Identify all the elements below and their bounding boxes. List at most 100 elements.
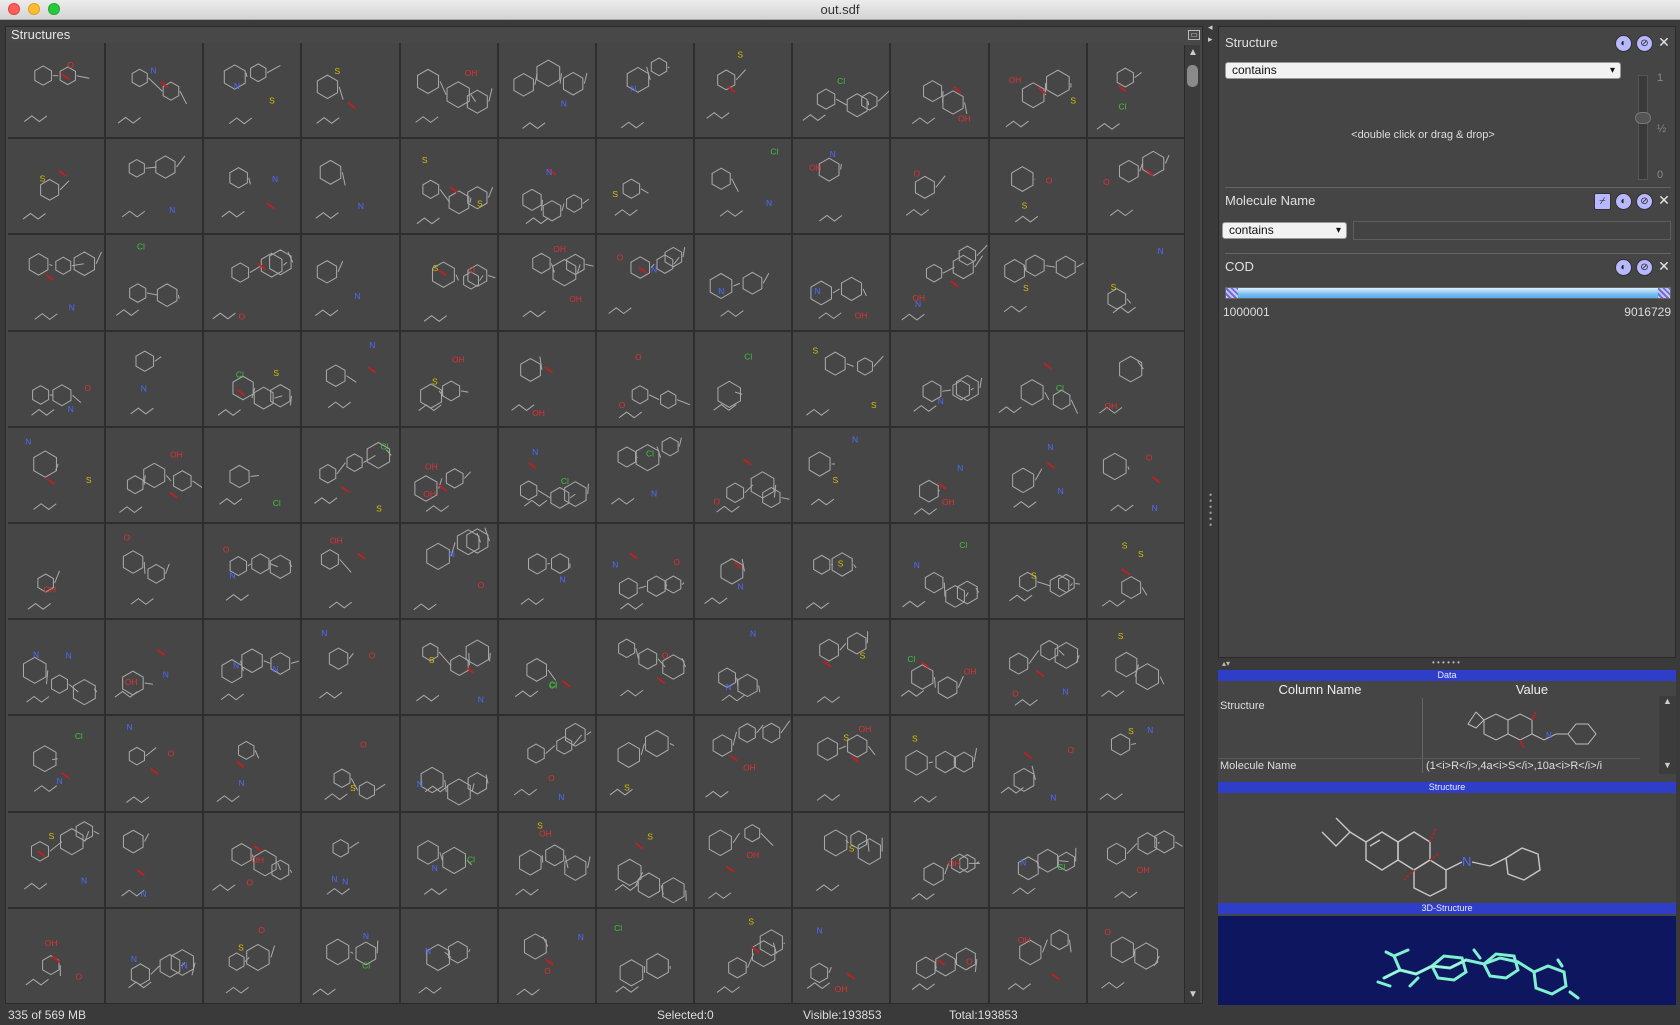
structure-cell[interactable]: OO [596,331,694,426]
structure-cell[interactable]: S [989,523,1086,619]
structure-cell[interactable]: OS [302,716,399,811]
collapse-up-icon[interactable]: ▴▾ [1222,659,1230,668]
structure-cell[interactable]: ON [596,523,694,619]
structure-cell[interactable]: OH [302,523,399,619]
structure-cell[interactable]: NN [8,620,105,715]
structure-cell[interactable]: N [8,235,105,330]
structure-cell[interactable]: N [498,43,595,138]
structure-cell[interactable]: O [1087,139,1184,234]
range-min-handle[interactable] [1226,288,1238,298]
structure-cell[interactable]: N OH [891,427,988,522]
structure-mode-select[interactable]: contains ▾ [1225,62,1621,79]
structure-cell[interactable]: OH OH [400,427,497,522]
detail-scrollbar[interactable]: ▲ ▼ [1659,696,1676,774]
structure-cell[interactable]: ON [8,331,105,426]
structure-cell[interactable]: OH S [989,43,1086,138]
structure-cell[interactable]: N [204,716,301,811]
structure-cell[interactable]: O [8,43,105,138]
structure-cell[interactable]: NN [302,812,399,907]
column-header-name[interactable]: Column Name [1218,682,1422,698]
structure-cell[interactable]: N [400,716,497,811]
structure-cell[interactable]: OH N [793,139,890,234]
structure-cell[interactable]: O [106,523,203,619]
scroll-down-icon[interactable]: ▼ [1659,760,1676,774]
structure-cell[interactable]: Cl S [302,427,399,522]
structure-cell[interactable]: O [891,139,988,234]
structure-cell[interactable]: OH [8,523,105,619]
structure-cell[interactable]: Cl [596,908,694,1003]
structure-cell[interactable]: Cl N [596,427,694,522]
invert-filter-icon[interactable]: ◐ [1615,35,1632,52]
structure-cell[interactable]: N [498,139,595,234]
structure-cell[interactable]: SO [204,908,301,1003]
structure-cell[interactable]: N [695,523,792,619]
structure-cell[interactable]: N [498,523,595,619]
structure-cell[interactable]: Cl [793,43,890,138]
structure-drop-target[interactable]: <double click or drag & drop> [1225,129,1621,141]
structure-cell[interactable]: N [204,139,301,234]
structure-cell[interactable]: NO [498,716,595,811]
structure-cell[interactable]: NO [106,716,203,811]
structure-cell[interactable]: S [596,812,694,907]
structure-cell[interactable]: O [891,908,988,1003]
structure-cell[interactable]: SS [793,331,890,426]
slider-knob[interactable] [1635,112,1651,124]
structure-cell[interactable]: OH [498,331,595,426]
structure-cell[interactable]: Cl [989,331,1086,426]
structure-cell[interactable]: OH N [106,620,203,715]
structure-cell[interactable]: S [793,812,890,907]
molecule-name-input[interactable] [1353,221,1671,240]
structure-cell[interactable]: N [106,43,203,138]
invert-filter-icon[interactable]: ◐ [1615,193,1632,210]
structure-cell[interactable]: Cl [204,427,301,522]
structure-cell[interactable]: SN [8,427,105,522]
structure-cell[interactable]: N [106,812,203,907]
edit-filter-icon[interactable]: ⌿ [1594,193,1611,210]
structure-cell[interactable]: S [8,139,105,234]
structure-cell[interactable]: NS [400,620,497,715]
structure-cell[interactable]: S [695,43,792,138]
structure-cell[interactable]: Cl [695,331,792,426]
structure-cell[interactable]: O [1087,908,1184,1003]
structure-grid[interactable]: O N S N S OH N N S Cl OH OH S Cl S N N N S S N S N Cl OH N O S O O N Cl… [8,43,1184,1003]
structure-cell[interactable]: OS [400,235,497,330]
structure-cell[interactable]: N [302,235,399,330]
structure-cell[interactable]: OH S [498,812,595,907]
structure-cell[interactable]: OH N [793,908,890,1003]
structure-cell[interactable]: OH [891,812,988,907]
structure-cell[interactable]: OH [1087,812,1184,907]
main-splitter[interactable]: ◂ ▸ • • • • • • [1206,22,1216,1007]
structure-cell[interactable]: N Cl [400,812,497,907]
structure-cell[interactable]: OH [695,812,792,907]
structure-cell[interactable]: Cl [1087,43,1184,138]
splitter-grip-icon[interactable]: • • • • • • [1432,658,1460,667]
structure-cell[interactable]: O OH [8,908,105,1003]
structure-cell[interactable]: S [596,716,694,811]
structure-cell[interactable]: NS [793,427,890,522]
structure-cell[interactable]: N Cl [989,812,1086,907]
structure-cell[interactable]: Cl N [8,716,105,811]
scroll-up-icon[interactable]: ▲ [1659,696,1676,710]
structure-cell[interactable]: NN [106,908,203,1003]
collapse-right-icon[interactable]: ▸ [1208,34,1213,45]
invert-filter-icon[interactable]: ◐ [1615,259,1632,276]
structure-cell[interactable]: SN [204,43,301,138]
structure-cell[interactable]: Cl N [891,523,988,619]
structure-cell[interactable]: OH Cl [891,620,988,715]
structure-cell[interactable]: ON [596,235,694,330]
collapse-left-icon[interactable]: ◂ [1208,22,1213,33]
structure-cell[interactable]: OH N [891,235,988,330]
structure-cell[interactable]: O [596,620,694,715]
structure-cell[interactable]: NO [204,523,301,619]
structure-cell[interactable]: NS [1087,235,1184,330]
structure-cell[interactable]: OH N [793,235,890,330]
structure-cell[interactable]: Cl [106,235,203,330]
structure-cell[interactable]: S [302,43,399,138]
scroll-up-icon[interactable]: ▲ [1185,45,1201,61]
similarity-slider[interactable] [1635,75,1651,180]
structure-cell[interactable]: N [891,331,988,426]
structure-cell[interactable]: NO [1087,427,1184,522]
disable-filter-icon[interactable]: ⊘ [1636,35,1653,52]
structure-cell[interactable]: OH [891,43,988,138]
structure-cell[interactable]: S [989,235,1086,330]
